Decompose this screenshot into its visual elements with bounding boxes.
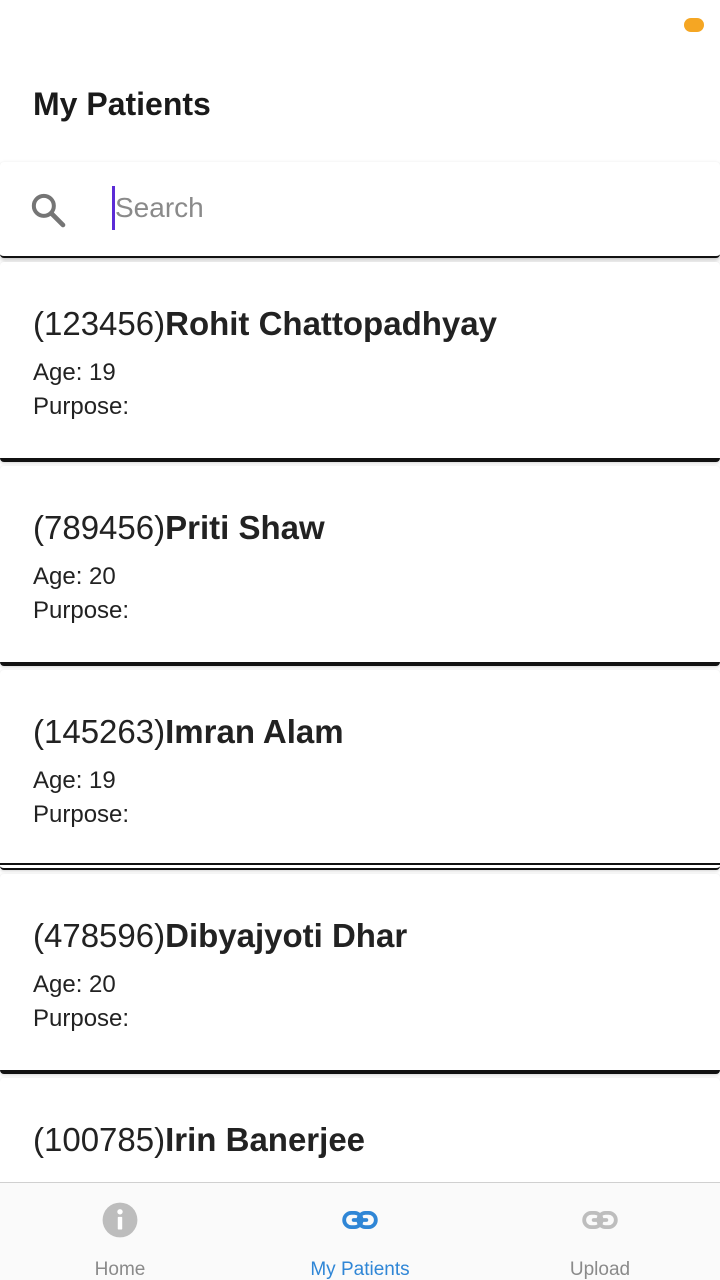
patient-title: (100785)Irin Banerjee [33,1120,720,1160]
patient-card[interactable]: (145263)Imran Alam Age: 19 Purpose: [0,670,720,870]
bottom-navigation: Home My Patients Upload [0,1182,720,1280]
patient-age: Age: 20 [33,971,116,998]
patient-title: (478596)Dibyajyoti Dhar [33,916,720,956]
nav-my-patients[interactable]: My Patients [240,1183,480,1280]
patient-card[interactable]: (478596)Dibyajyoti Dhar Age: 20 Purpose: [0,874,720,1074]
search-input[interactable] [112,186,695,230]
info-icon [102,1202,138,1238]
patient-age: Age: 20 [33,563,116,590]
patient-id: (100785) [33,1121,166,1158]
patient-name: Dibyajyoti Dhar [165,917,408,954]
patient-card[interactable]: (123456)Rohit Chattopadhyay Age: 19 Purp… [0,262,720,462]
link-icon [342,1210,378,1230]
patient-name: Imran Alam [165,713,344,750]
nav-upload[interactable]: Upload [480,1183,720,1280]
patient-age: Age: 19 [33,767,116,794]
nav-home-label: Home [94,1259,146,1280]
notification-dot-icon [684,18,704,32]
patient-purpose: Purpose: [33,597,130,624]
patient-id: (123456) [33,305,166,342]
patient-name: Irin Banerjee [165,1121,366,1158]
patient-name: Priti Shaw [165,509,325,546]
patient-list: (123456)Rohit Chattopadhyay Age: 19 Purp… [0,262,720,1280]
patient-purpose: Purpose: [33,1005,130,1032]
patient-purpose: Purpose: [33,801,130,828]
patient-id: (789456) [33,509,166,546]
patient-title: (123456)Rohit Chattopadhyay [33,304,720,344]
search-bar [0,162,720,258]
patient-card[interactable]: (789456)Priti Shaw Age: 20 Purpose: [0,466,720,666]
screen: My Patients (123456)Rohit Chattopadhyay … [0,0,720,1280]
search-icon[interactable] [28,190,68,230]
patient-id: (478596) [33,917,166,954]
patient-purpose: Purpose: [33,393,130,420]
nav-upload-label: Upload [569,1259,631,1280]
patient-title: (789456)Priti Shaw [33,508,720,548]
patient-name: Rohit Chattopadhyay [165,305,497,342]
patient-age: Age: 19 [33,359,116,386]
page-title: My Patients [33,86,211,122]
nav-my-patients-label: My Patients [310,1259,410,1280]
patient-id: (145263) [33,713,166,750]
link-icon [582,1210,618,1230]
nav-home[interactable]: Home [0,1183,240,1280]
patient-title: (145263)Imran Alam [33,712,720,752]
